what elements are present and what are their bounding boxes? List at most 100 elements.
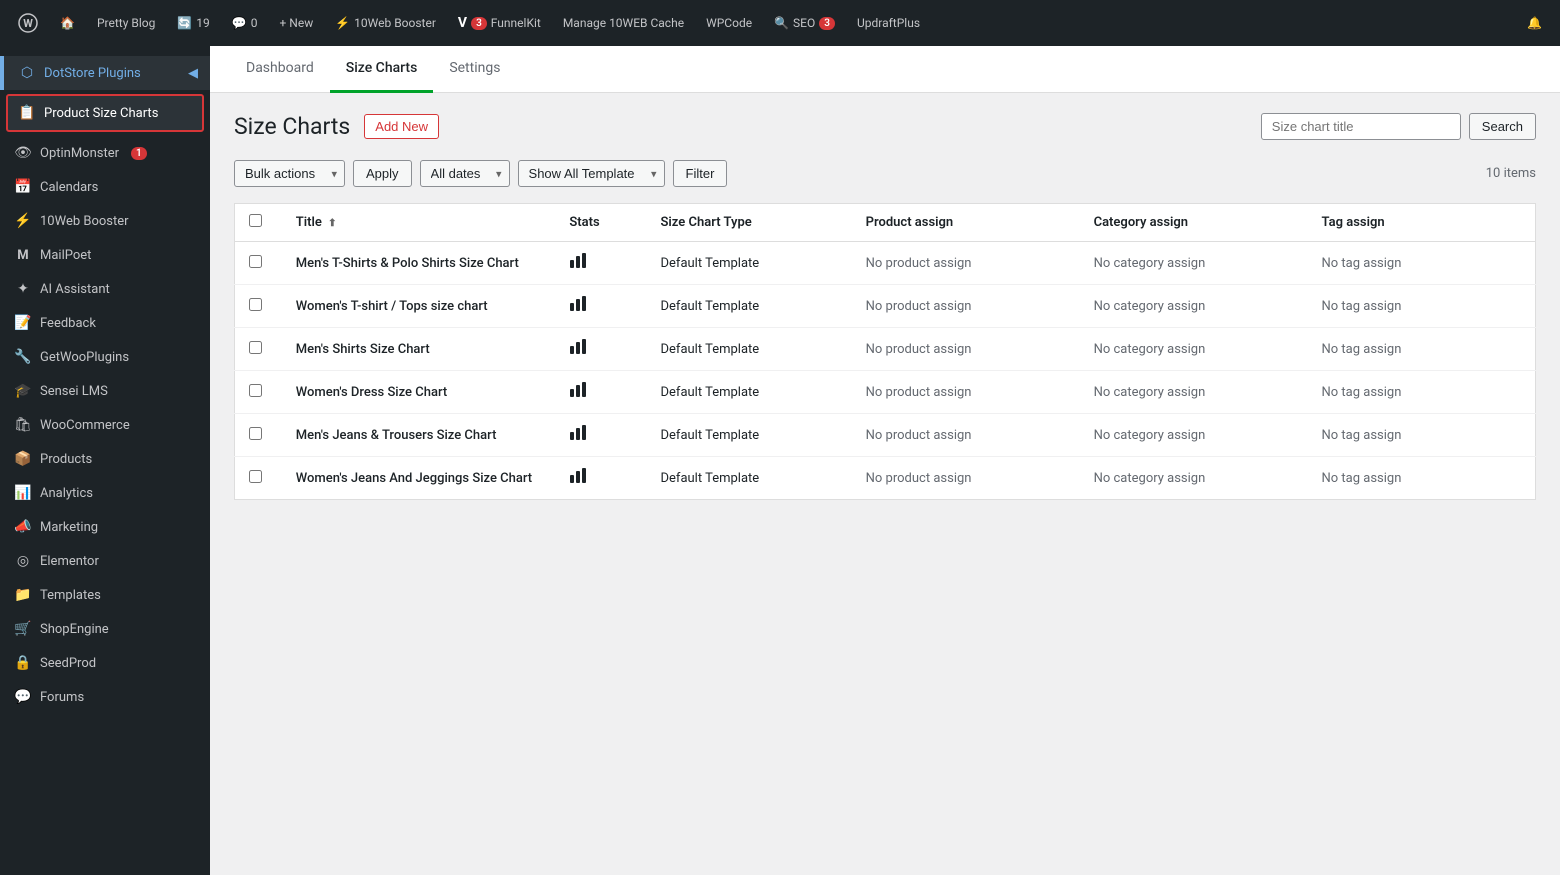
wpcode-bar[interactable]: WPCode — [698, 12, 760, 34]
row-checkbox-4[interactable] — [249, 427, 262, 440]
row-category-assign-2: No category assign — [1080, 328, 1308, 371]
sidebar-item-analytics[interactable]: 📊 Analytics — [0, 476, 210, 510]
row-type-2: Default Template — [647, 328, 852, 371]
row-checkbox-5[interactable] — [249, 470, 262, 483]
sidebar-item-mailpoet[interactable]: M MailPoet — [0, 238, 210, 272]
sidebar-label-shopengine: ShopEngine — [40, 622, 109, 637]
sidebar-item-calendars[interactable]: 📅 Calendars — [0, 170, 210, 204]
row-title-text-5[interactable]: Women's Jeans And Jeggings Size Chart — [296, 471, 532, 486]
row-type-3: Default Template — [647, 371, 852, 414]
site-name[interactable]: Pretty Blog — [89, 12, 163, 34]
sidebar-item-optinmonster[interactable]: 👁 OptinMonster 1 — [0, 136, 210, 170]
seo-bar[interactable]: 🔍 SEO 3 — [766, 12, 843, 34]
stats-bar-icon-0[interactable] — [569, 255, 587, 274]
sidebar-item-product-size-charts[interactable]: 📋 Product Size Charts — [6, 94, 204, 132]
filters-bar: Bulk actions Apply All dates Show All Te… — [234, 160, 1536, 187]
row-title-3: Women's Dress Size Chart — [282, 371, 556, 414]
row-title-text-3[interactable]: Women's Dress Size Chart — [296, 385, 447, 400]
sidebar-item-templates[interactable]: 📁 Templates — [0, 578, 210, 612]
sidebar-item-ai-assistant[interactable]: ✦ AI Assistant — [0, 272, 210, 306]
items-count: 10 items — [1486, 166, 1536, 181]
sidebar-item-marketing[interactable]: 📣 Marketing — [0, 510, 210, 544]
sidebar: ⬡ DotStore Plugins ◀ 📋 Product Size Char… — [0, 46, 210, 875]
bulk-actions-wrapper: Bulk actions — [234, 160, 345, 187]
sidebar-item-sensei[interactable]: 🎓 Sensei LMS — [0, 374, 210, 408]
search-input[interactable] — [1261, 113, 1461, 140]
row-checkbox-3[interactable] — [249, 384, 262, 397]
row-checkbox-cell-0 — [235, 242, 282, 285]
stats-bar-icon-1[interactable] — [569, 298, 587, 317]
templates-icon: 📁 — [14, 586, 32, 604]
add-new-button[interactable]: Add New — [364, 114, 439, 139]
10web-cache-bar[interactable]: Manage 10WEB Cache — [555, 12, 692, 34]
header-title: Title ⬆ — [282, 204, 556, 242]
sidebar-item-seedprod[interactable]: 🔒 SeedProd — [0, 646, 210, 680]
10web-booster-bar[interactable]: ⚡ 10Web Booster — [327, 12, 444, 34]
stats-bar-icon-2[interactable] — [569, 341, 587, 360]
row-category-assign-3: No category assign — [1080, 371, 1308, 414]
row-title-text-0[interactable]: Men's T-Shirts & Polo Shirts Size Chart — [296, 256, 519, 271]
stats-bar-icon-4[interactable] — [569, 427, 587, 446]
row-product-assign-5: No product assign — [852, 457, 1080, 500]
apply-button[interactable]: Apply — [353, 160, 412, 187]
select-all-checkbox[interactable] — [249, 214, 262, 227]
tab-size-charts[interactable]: Size Charts — [330, 46, 434, 93]
sidebar-item-getwoo[interactable]: 🔧 GetWooPlugins — [0, 340, 210, 374]
row-title-1: Women's T-shirt / Tops size chart — [282, 285, 556, 328]
comments[interactable]: 💬 0 — [224, 12, 266, 34]
tab-dashboard[interactable]: Dashboard — [230, 46, 330, 93]
updraft-bar[interactable]: UpdraftPlus — [849, 12, 928, 34]
row-checkbox-cell-3 — [235, 371, 282, 414]
sidebar-label-sensei: Sensei LMS — [40, 384, 108, 399]
row-category-assign-0: No category assign — [1080, 242, 1308, 285]
row-tag-assign-3: No tag assign — [1308, 371, 1536, 414]
size-chart-icon: 📋 — [18, 104, 36, 122]
all-dates-select[interactable]: All dates — [420, 160, 510, 187]
sidebar-item-elementor[interactable]: ◎ Elementor — [0, 544, 210, 578]
row-title-text-4[interactable]: Men's Jeans & Trousers Size Chart — [296, 428, 497, 443]
bulk-actions-select[interactable]: Bulk actions — [234, 160, 345, 187]
sidebar-item-forums[interactable]: 💬 Forums — [0, 680, 210, 714]
row-title-text-2[interactable]: Men's Shirts Size Chart — [296, 342, 430, 357]
home-icon[interactable]: 🏠 — [52, 12, 83, 34]
show-all-template-select[interactable]: Show All Template — [518, 160, 665, 187]
main-content: Dashboard Size Charts Settings Size Char… — [210, 46, 1560, 875]
stats-bar-icon-5[interactable] — [569, 470, 587, 489]
sidebar-item-products[interactable]: 📦 Products — [0, 442, 210, 476]
funnelkit-bar[interactable]: V 3 FunnelKit — [450, 11, 549, 35]
row-checkbox-1[interactable] — [249, 298, 262, 311]
sidebar-item-10web-booster[interactable]: ⚡ 10Web Booster — [0, 204, 210, 238]
page-header-left: Size Charts Add New — [234, 113, 439, 140]
sidebar-label-seedprod: SeedProd — [40, 656, 96, 671]
products-icon: 📦 — [14, 450, 32, 468]
row-category-assign-1: No category assign — [1080, 285, 1308, 328]
admin-bar: W 🏠 Pretty Blog 🔄 19 💬 0 + New ⚡ 10Web B… — [0, 0, 1560, 46]
seedprod-icon: 🔒 — [14, 654, 32, 672]
filter-button[interactable]: Filter — [673, 160, 728, 187]
table-row: Women's Jeans And Jeggings Size Chart De… — [235, 457, 1536, 500]
row-checkbox-2[interactable] — [249, 341, 262, 354]
new-content[interactable]: + New — [271, 12, 321, 34]
sidebar-item-woocommerce[interactable]: 🛍 WooCommerce — [0, 408, 210, 442]
sidebar-item-shopengine[interactable]: 🛒 ShopEngine — [0, 612, 210, 646]
table-row: Men's Jeans & Trousers Size Chart Defaul… — [235, 414, 1536, 457]
updates[interactable]: 🔄 19 — [169, 12, 217, 34]
sidebar-item-feedback[interactable]: 📝 Feedback — [0, 306, 210, 340]
ai-icon: ✦ — [14, 280, 32, 298]
sidebar-label-elementor: Elementor — [40, 554, 99, 569]
size-charts-table: Title ⬆ Stats Size Chart Type Product as… — [234, 203, 1536, 500]
calendars-icon: 📅 — [14, 178, 32, 196]
sidebar-item-dotstore[interactable]: ⬡ DotStore Plugins ◀ — [0, 56, 210, 90]
notifications-bell[interactable]: 🔔 — [1519, 12, 1550, 34]
stats-bar-icon-3[interactable] — [569, 384, 587, 403]
woocommerce-icon: 🛍 — [14, 416, 32, 434]
row-title-4: Men's Jeans & Trousers Size Chart — [282, 414, 556, 457]
booster-icon: ⚡ — [14, 212, 32, 230]
sidebar-label-feedback: Feedback — [40, 316, 96, 331]
sub-navigation: Dashboard Size Charts Settings — [210, 46, 1560, 93]
wp-logo[interactable]: W — [10, 9, 46, 37]
row-checkbox-0[interactable] — [249, 255, 262, 268]
tab-settings[interactable]: Settings — [433, 46, 516, 93]
row-title-text-1[interactable]: Women's T-shirt / Tops size chart — [296, 299, 488, 314]
search-button[interactable]: Search — [1469, 113, 1536, 140]
